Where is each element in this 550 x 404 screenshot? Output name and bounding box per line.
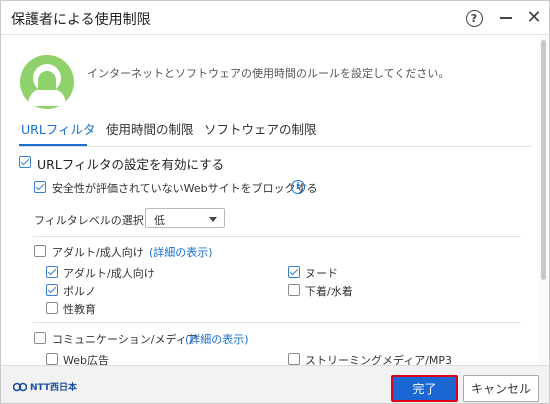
filter-level-select[interactable]: 低 [145,208,225,228]
item-underwear-checkbox[interactable] [288,284,300,296]
settings-content: インターネットとソフトウェアの使用時間のルールを設定してください。 URLフィル… [1,36,549,365]
category-adult-details-link[interactable]: (詳細の表示) [149,244,213,260]
chevron-down-icon [209,217,217,222]
minimize-icon [500,17,512,19]
item-streaming-label[interactable]: ストリーミングメディア/MP3 [305,352,452,365]
title-bar: 保護者による使用制限 ? ✕ [1,1,549,35]
ntt-logo-text: NTT西日本 [30,383,78,393]
tab-url-filter[interactable]: URLフィルタ [21,119,96,138]
ntt-logo-icon [13,382,27,391]
help-button[interactable]: ? [463,7,485,29]
category-communication-details-link[interactable]: (詳細の表示) [185,331,249,347]
close-icon: ✕ [526,7,542,28]
item-nude-label[interactable]: ヌード [305,265,338,281]
category-communication-checkbox[interactable] [34,332,46,344]
category-adult-label[interactable]: アダルト/成人向け [52,244,144,260]
parental-avatar-icon [20,55,74,109]
help-icon: ? [465,9,483,27]
tab-time-limit[interactable]: 使用時間の制限 [106,119,194,138]
filter-level-label: フィルタレベルの選択: [34,214,148,227]
section-divider [33,322,521,323]
item-adult-label[interactable]: アダルト/成人向け [63,265,155,281]
ntt-logo: NTT西日本 [13,380,77,393]
item-streaming-checkbox[interactable] [288,353,300,365]
item-sex-education-label[interactable]: 性教育 [63,301,96,317]
item-web-ads-checkbox[interactable] [46,353,58,365]
block-unrated-checkbox[interactable] [34,181,46,193]
minimize-button[interactable] [495,7,517,29]
item-sex-education-checkbox[interactable] [46,302,58,314]
parental-control-window: 保護者による使用制限 ? ✕ インターネットとソフトウェアの使用時間のルールを設… [0,0,550,404]
enable-url-filter-checkbox[interactable] [19,156,31,168]
intro-text: インターネットとソフトウェアの使用時間のルールを設定してください。 [87,67,450,80]
cancel-button[interactable]: キャンセル [463,375,539,402]
dialog-footer: NTT西日本 完了 キャンセル [1,365,549,403]
info-icon[interactable]: i [291,180,305,194]
category-communication-label[interactable]: コミュニケーション/メディア [52,331,198,347]
item-nude-checkbox[interactable] [288,266,300,278]
item-adult-checkbox[interactable] [46,266,58,278]
scrollbar-thumb[interactable] [541,40,546,280]
item-web-ads-label[interactable]: Web広告 [63,352,109,365]
tab-divider [19,146,531,147]
item-underwear-label[interactable]: 下着/水着 [305,283,353,299]
item-porn-checkbox[interactable] [46,284,58,296]
item-porn-label[interactable]: ポルノ [63,283,96,299]
section-divider [33,236,521,237]
block-unrated-label[interactable]: 安全性が評価されていないWebサイトをブロックする [52,180,318,196]
window-title: 保護者による使用制限 [11,12,151,28]
vertical-scrollbar[interactable] [539,36,548,365]
category-adult-checkbox[interactable] [34,245,46,257]
close-button[interactable]: ✕ [523,7,545,29]
filter-level-value: 低 [154,214,165,227]
enable-url-filter-label[interactable]: URLフィルタの設定を有効にする [37,154,224,173]
done-button[interactable]: 完了 [391,375,458,402]
tab-software-limit[interactable]: ソフトウェアの制限 [204,119,317,138]
